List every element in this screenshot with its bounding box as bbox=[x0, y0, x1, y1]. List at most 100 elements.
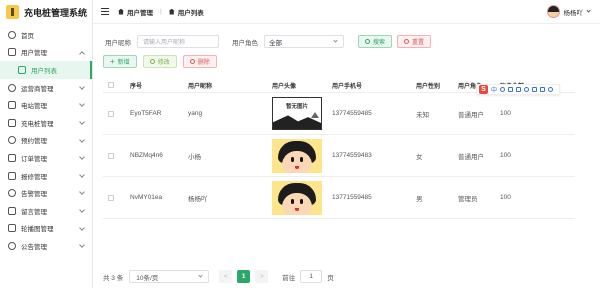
avatar-face bbox=[282, 192, 312, 215]
goto-label: 前往 bbox=[282, 274, 296, 282]
logo-icon bbox=[6, 5, 19, 19]
search-icon bbox=[365, 39, 370, 44]
table-row[interactable]: NBZMq4n6 小杨 13774559483 女 普通用户 100 bbox=[103, 135, 575, 177]
avatar-mouth bbox=[295, 207, 299, 211]
sidebar-item[interactable]: 用户列表 bbox=[0, 61, 92, 79]
column-header[interactable]: 用户昵称 bbox=[188, 81, 272, 90]
ime-punctuation-icon[interactable] bbox=[500, 87, 506, 92]
page-number-active[interactable]: 1 bbox=[237, 270, 251, 283]
sidebar-item-label: 留言管理 bbox=[21, 208, 47, 216]
avatar-eye bbox=[300, 198, 303, 204]
avatar-mouth bbox=[295, 165, 299, 169]
ime-mic-icon[interactable] bbox=[508, 87, 514, 92]
chevron-down-icon bbox=[333, 38, 338, 43]
avatar-eye bbox=[291, 198, 294, 204]
add-button[interactable]: + 新增 bbox=[103, 55, 137, 68]
row-checkbox[interactable] bbox=[108, 110, 114, 117]
sidebar-item[interactable]: 首页 bbox=[0, 26, 92, 44]
sidebar-item[interactable]: 公告管理 bbox=[0, 237, 92, 255]
ime-language-toggle[interactable]: 中 bbox=[491, 85, 497, 94]
user-name[interactable]: 杨杨吖 bbox=[564, 7, 584, 17]
select-all-checkbox[interactable] bbox=[108, 82, 114, 88]
role-select-value: 全部 bbox=[269, 39, 282, 47]
breadcrumb-page-icon bbox=[168, 8, 175, 15]
column-header[interactable]: 序号 bbox=[130, 81, 188, 90]
notice-icon bbox=[8, 241, 16, 250]
chevron-down-icon bbox=[79, 171, 85, 178]
sidebar-item[interactable]: 轮播图管理 bbox=[0, 220, 92, 238]
cell-role: 普通用户 bbox=[458, 153, 484, 161]
ime-settings-icon[interactable] bbox=[548, 87, 554, 92]
action-bar: + 新增 修改 删除 bbox=[103, 55, 217, 68]
cell-phone: 13774559483 bbox=[332, 152, 372, 159]
column-header[interactable]: 用户头像 bbox=[272, 81, 332, 90]
brand: 充电桩管理系统 bbox=[0, 0, 92, 24]
sidebar-item-label: 报修管理 bbox=[21, 173, 47, 181]
row-checkbox[interactable] bbox=[108, 152, 114, 159]
add-button-label: 新增 bbox=[117, 60, 130, 66]
sidebar-item[interactable]: 充电桩管理 bbox=[0, 114, 92, 132]
topbar: 用户管理 | 用户列表 杨杨吖 bbox=[93, 0, 600, 24]
sidebar-item[interactable]: 报修管理 bbox=[0, 167, 92, 185]
row-checkbox[interactable] bbox=[108, 194, 114, 201]
menu-toggle-icon[interactable] bbox=[101, 8, 109, 15]
table-body: EyoT5FAR yang 暂无图片 13774559485 未知 普通用户 100 NBZM… bbox=[103, 93, 575, 219]
cell-role: 管理员 bbox=[458, 195, 478, 203]
prev-page-button[interactable]: < bbox=[219, 270, 233, 283]
table-row[interactable]: NvMY01ea 杨杨吖 13771559485 男 管理员 100 bbox=[103, 177, 575, 219]
sidebar-item[interactable]: 运营商管理 bbox=[0, 79, 92, 97]
breadcrumb-item[interactable]: 用户管理 bbox=[127, 7, 153, 17]
ime-tools-icon[interactable] bbox=[540, 87, 546, 92]
cell-gender: 男 bbox=[416, 195, 423, 203]
goto-suffix: 页 bbox=[327, 274, 334, 282]
page-size-select[interactable]: 10条/页 bbox=[129, 270, 210, 283]
next-page-button[interactable]: > bbox=[255, 270, 269, 283]
sidebar-item[interactable]: 用户管理 bbox=[0, 44, 92, 62]
column-header[interactable]: 用户性别 bbox=[416, 81, 458, 90]
ime-logo-icon[interactable]: S bbox=[479, 85, 488, 94]
sidebar-item-label: 公告管理 bbox=[21, 243, 47, 251]
delete-icon bbox=[189, 59, 195, 64]
user-menu[interactable]: 杨杨吖 bbox=[546, 5, 591, 18]
ime-skin-icon[interactable] bbox=[532, 87, 538, 92]
carousel-icon bbox=[8, 224, 16, 233]
avatar-placeholder-image[interactable]: 暂无图片 bbox=[272, 97, 322, 130]
ime-keyboard-icon[interactable] bbox=[516, 87, 522, 92]
sidebar-item-label: 订单管理 bbox=[21, 155, 47, 163]
column-header[interactable]: 用户手机号 bbox=[332, 81, 416, 90]
search-button-label: 搜索 bbox=[373, 40, 386, 46]
avatar-image[interactable] bbox=[272, 138, 322, 173]
sidebar-menu: 首页 用户管理 用户列表 运营商管理电站管理充电桩管理 预约管理订单管理报修管理告警管理… bbox=[0, 26, 92, 255]
select-all-cell bbox=[103, 82, 130, 88]
sidebar-item[interactable]: 留言管理 bbox=[0, 202, 92, 220]
nickname-search-input[interactable]: 请输入用户昵称 bbox=[137, 35, 219, 48]
goto-page-input[interactable]: 1 bbox=[300, 270, 323, 283]
cell-avatar bbox=[272, 138, 332, 173]
sidebar-item[interactable]: 告警管理 bbox=[0, 184, 92, 202]
sidebar-item-label: 电站管理 bbox=[21, 103, 47, 111]
ime-emoji-icon[interactable] bbox=[524, 87, 530, 92]
avatar[interactable] bbox=[546, 5, 560, 18]
cell-gender: 未知 bbox=[416, 111, 429, 119]
message-icon bbox=[8, 206, 16, 215]
search-button[interactable]: 搜索 bbox=[358, 35, 393, 48]
charger-icon bbox=[8, 118, 16, 127]
reset-button[interactable]: 重置 bbox=[397, 35, 432, 48]
chevron-down-icon bbox=[79, 154, 85, 160]
delete-button[interactable]: 删除 bbox=[182, 55, 217, 68]
avatar-eye bbox=[291, 156, 294, 162]
cell-balance: 100 bbox=[500, 110, 511, 117]
cell-id: NBZMq4n6 bbox=[130, 152, 163, 159]
ime-toolbar[interactable]: S 中 bbox=[476, 84, 560, 95]
table-row[interactable]: EyoT5FAR yang 暂无图片 13774559485 未知 普通用户 100 bbox=[103, 93, 575, 135]
role-select[interactable]: 全部 bbox=[264, 35, 344, 48]
edit-button[interactable]: 修改 bbox=[142, 55, 177, 68]
breadcrumb-home-icon bbox=[118, 8, 124, 15]
cell-nickname: 杨杨吖 bbox=[188, 195, 208, 203]
sidebar-item[interactable]: 电站管理 bbox=[0, 96, 92, 114]
cell-balance: 100 bbox=[500, 152, 511, 159]
sidebar-item[interactable]: 订单管理 bbox=[0, 149, 92, 167]
sidebar-item[interactable]: 预约管理 bbox=[0, 132, 92, 150]
avatar-image[interactable] bbox=[272, 180, 322, 215]
alarm-icon bbox=[8, 189, 16, 198]
